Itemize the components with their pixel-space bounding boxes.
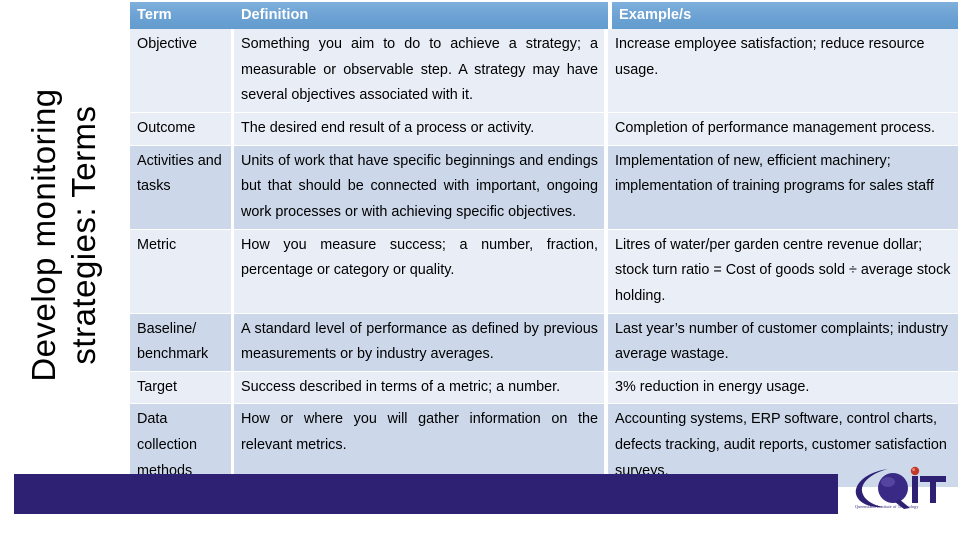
cell-term: Objective	[130, 29, 234, 114]
qit-logo-mark	[855, 466, 946, 509]
cell-term: Target	[130, 371, 234, 405]
cell-example: Last year’s number of customer complaint…	[608, 313, 958, 372]
cell-term: Activities and tasks	[130, 145, 234, 230]
cell-example: 3% reduction in energy usage.	[608, 371, 958, 405]
logo-accent-dot	[910, 466, 920, 476]
logo-sphere-highlight	[881, 477, 895, 487]
cell-definition: Success described in terms of a metric; …	[234, 371, 608, 405]
table-header: Term Definition Example/s	[130, 2, 958, 30]
cell-term: Baseline/ benchmark	[130, 313, 234, 372]
cell-example: Completion of performance management pro…	[608, 113, 958, 146]
table-row: Objective Something you aim to do to ach…	[130, 29, 958, 114]
table-row: Outcome The desired end result of a proc…	[130, 113, 958, 146]
table-row: Activities and tasks Units of work that …	[130, 145, 958, 230]
logo-tagline: Queensland Institute of Technology	[855, 504, 919, 509]
cell-definition: Units of work that have specific beginni…	[234, 145, 608, 230]
logo-sphere	[878, 473, 908, 503]
cell-definition: How you measure success; a number, fract…	[234, 229, 608, 314]
slide-title-rotated: Develop monitoring strategies: Terms	[0, 0, 128, 470]
qit-logo: Queensland Institute of Technology	[852, 466, 952, 518]
logo-letter-t-stem	[930, 476, 936, 503]
logo-letter-i	[912, 476, 918, 503]
slide-title-block: Develop monitoring strategies: Terms	[0, 0, 128, 470]
table-row: Target Success described in terms of a m…	[130, 371, 958, 405]
cell-term: Metric	[130, 229, 234, 314]
cell-definition: Something you aim to do to achieve a str…	[234, 29, 608, 114]
logo-accent-dot-highlight	[912, 468, 916, 472]
table-header-row: Term Definition Example/s	[130, 2, 958, 30]
page-title: Develop monitoring strategies: Terms	[24, 88, 102, 382]
table-row: Metric How you measure success; a number…	[130, 229, 958, 314]
column-header-examples: Example/s	[608, 2, 958, 30]
column-header-definition: Definition	[234, 2, 608, 30]
table-row: Baseline/ benchmark A standard level of …	[130, 313, 958, 372]
cell-example: Increase employee satisfaction; reduce r…	[608, 29, 958, 114]
cell-definition: A standard level of performance as defin…	[234, 313, 608, 372]
cell-term: Outcome	[130, 113, 234, 146]
terms-table: Term Definition Example/s Objective Some…	[130, 2, 958, 489]
cell-example: Implementation of new, efficient machine…	[608, 145, 958, 230]
table-body: Objective Something you aim to do to ach…	[130, 29, 958, 489]
cell-definition: The desired end result of a process or a…	[234, 113, 608, 146]
column-header-term: Term	[130, 2, 234, 30]
footer-banner	[14, 474, 838, 514]
cell-example: Litres of water/per garden centre revenu…	[608, 229, 958, 314]
